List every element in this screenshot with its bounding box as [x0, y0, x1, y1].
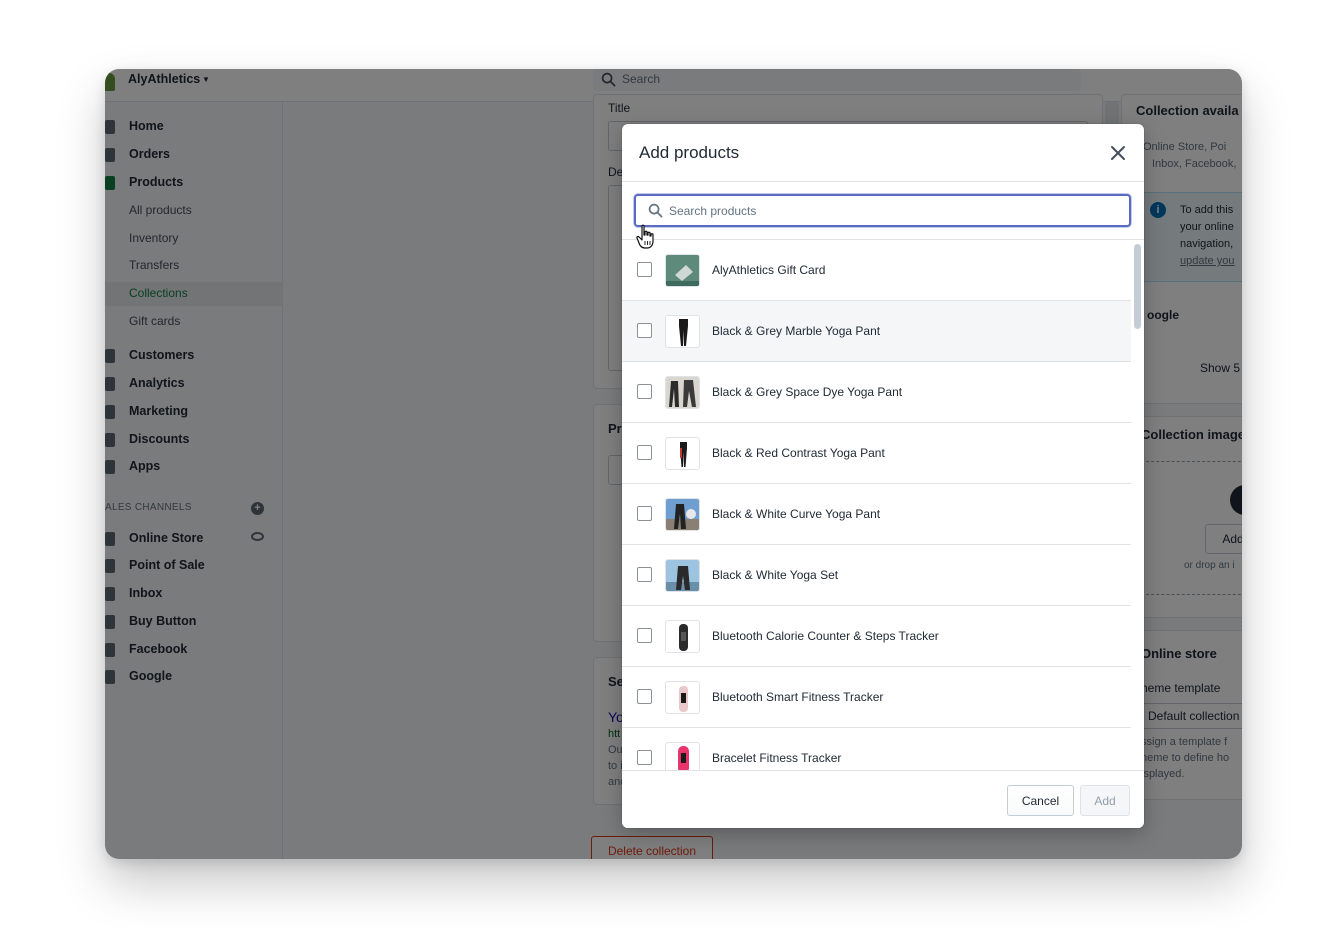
product-list: AlyAthletics Gift Card Black & Grey Marb…	[622, 240, 1131, 770]
product-name: Bluetooth Calorie Counter & Steps Tracke…	[712, 629, 939, 643]
modal-footer: Cancel Add	[622, 770, 1144, 828]
product-row[interactable]: Black & Grey Marble Yoga Pant	[622, 301, 1131, 362]
product-checkbox[interactable]	[637, 323, 652, 338]
product-row[interactable]: Black & White Yoga Set	[622, 545, 1131, 606]
product-row[interactable]: Bracelet Fitness Tracker	[622, 728, 1131, 770]
product-checkbox[interactable]	[637, 262, 652, 277]
product-name: Black & White Yoga Set	[712, 568, 839, 582]
product-name: Bluetooth Smart Fitness Tracker	[712, 690, 884, 704]
product-row[interactable]: AlyAthletics Gift Card	[622, 240, 1131, 301]
product-thumbnail	[665, 559, 700, 592]
product-checkbox[interactable]	[637, 445, 652, 460]
product-thumbnail	[665, 315, 700, 348]
product-name: AlyAthletics Gift Card	[712, 263, 826, 277]
product-checkbox[interactable]	[637, 750, 652, 765]
app-window: AlyAthletics ▼ Search Home Orders Produc…	[105, 69, 1242, 859]
product-row[interactable]: Black & Red Contrast Yoga Pant	[622, 423, 1131, 484]
search-products-input[interactable]	[669, 201, 1109, 221]
product-thumbnail	[665, 681, 700, 714]
product-checkbox[interactable]	[637, 567, 652, 582]
product-name: Black & White Curve Yoga Pant	[712, 507, 881, 521]
search-products-field[interactable]	[634, 194, 1131, 227]
product-checkbox[interactable]	[637, 506, 652, 521]
modal-search-section	[622, 182, 1144, 240]
product-name: Bracelet Fitness Tracker	[712, 751, 842, 765]
modal-header: Add products	[622, 124, 1144, 182]
close-icon[interactable]	[1107, 142, 1129, 164]
product-name: Black & Red Contrast Yoga Pant	[712, 446, 885, 460]
add-products-modal: Add products AlyAthletics Gift Card	[622, 124, 1144, 828]
product-thumbnail	[665, 498, 700, 531]
product-name: Black & Grey Space Dye Yoga Pant	[712, 385, 903, 399]
scrollbar-thumb[interactable]	[1134, 244, 1141, 329]
product-checkbox[interactable]	[637, 689, 652, 704]
product-checkbox[interactable]	[637, 384, 652, 399]
product-checkbox[interactable]	[637, 628, 652, 643]
product-row[interactable]: Bluetooth Smart Fitness Tracker	[622, 667, 1131, 728]
product-name: Black & Grey Marble Yoga Pant	[712, 324, 881, 338]
cancel-button[interactable]: Cancel	[1007, 785, 1074, 816]
modal-title: Add products	[639, 143, 740, 162]
product-thumbnail	[665, 376, 700, 409]
product-row[interactable]: Bluetooth Calorie Counter & Steps Tracke…	[622, 606, 1131, 667]
product-thumbnail	[665, 742, 700, 770]
product-thumbnail	[665, 437, 700, 470]
product-row[interactable]: Black & White Curve Yoga Pant	[622, 484, 1131, 545]
add-button[interactable]: Add	[1080, 785, 1130, 816]
search-icon	[648, 203, 663, 218]
product-row[interactable]: Black & Grey Space Dye Yoga Pant	[622, 362, 1131, 423]
product-thumbnail	[665, 254, 700, 287]
product-thumbnail	[665, 620, 700, 653]
product-list-scrollbar[interactable]	[1133, 240, 1142, 770]
